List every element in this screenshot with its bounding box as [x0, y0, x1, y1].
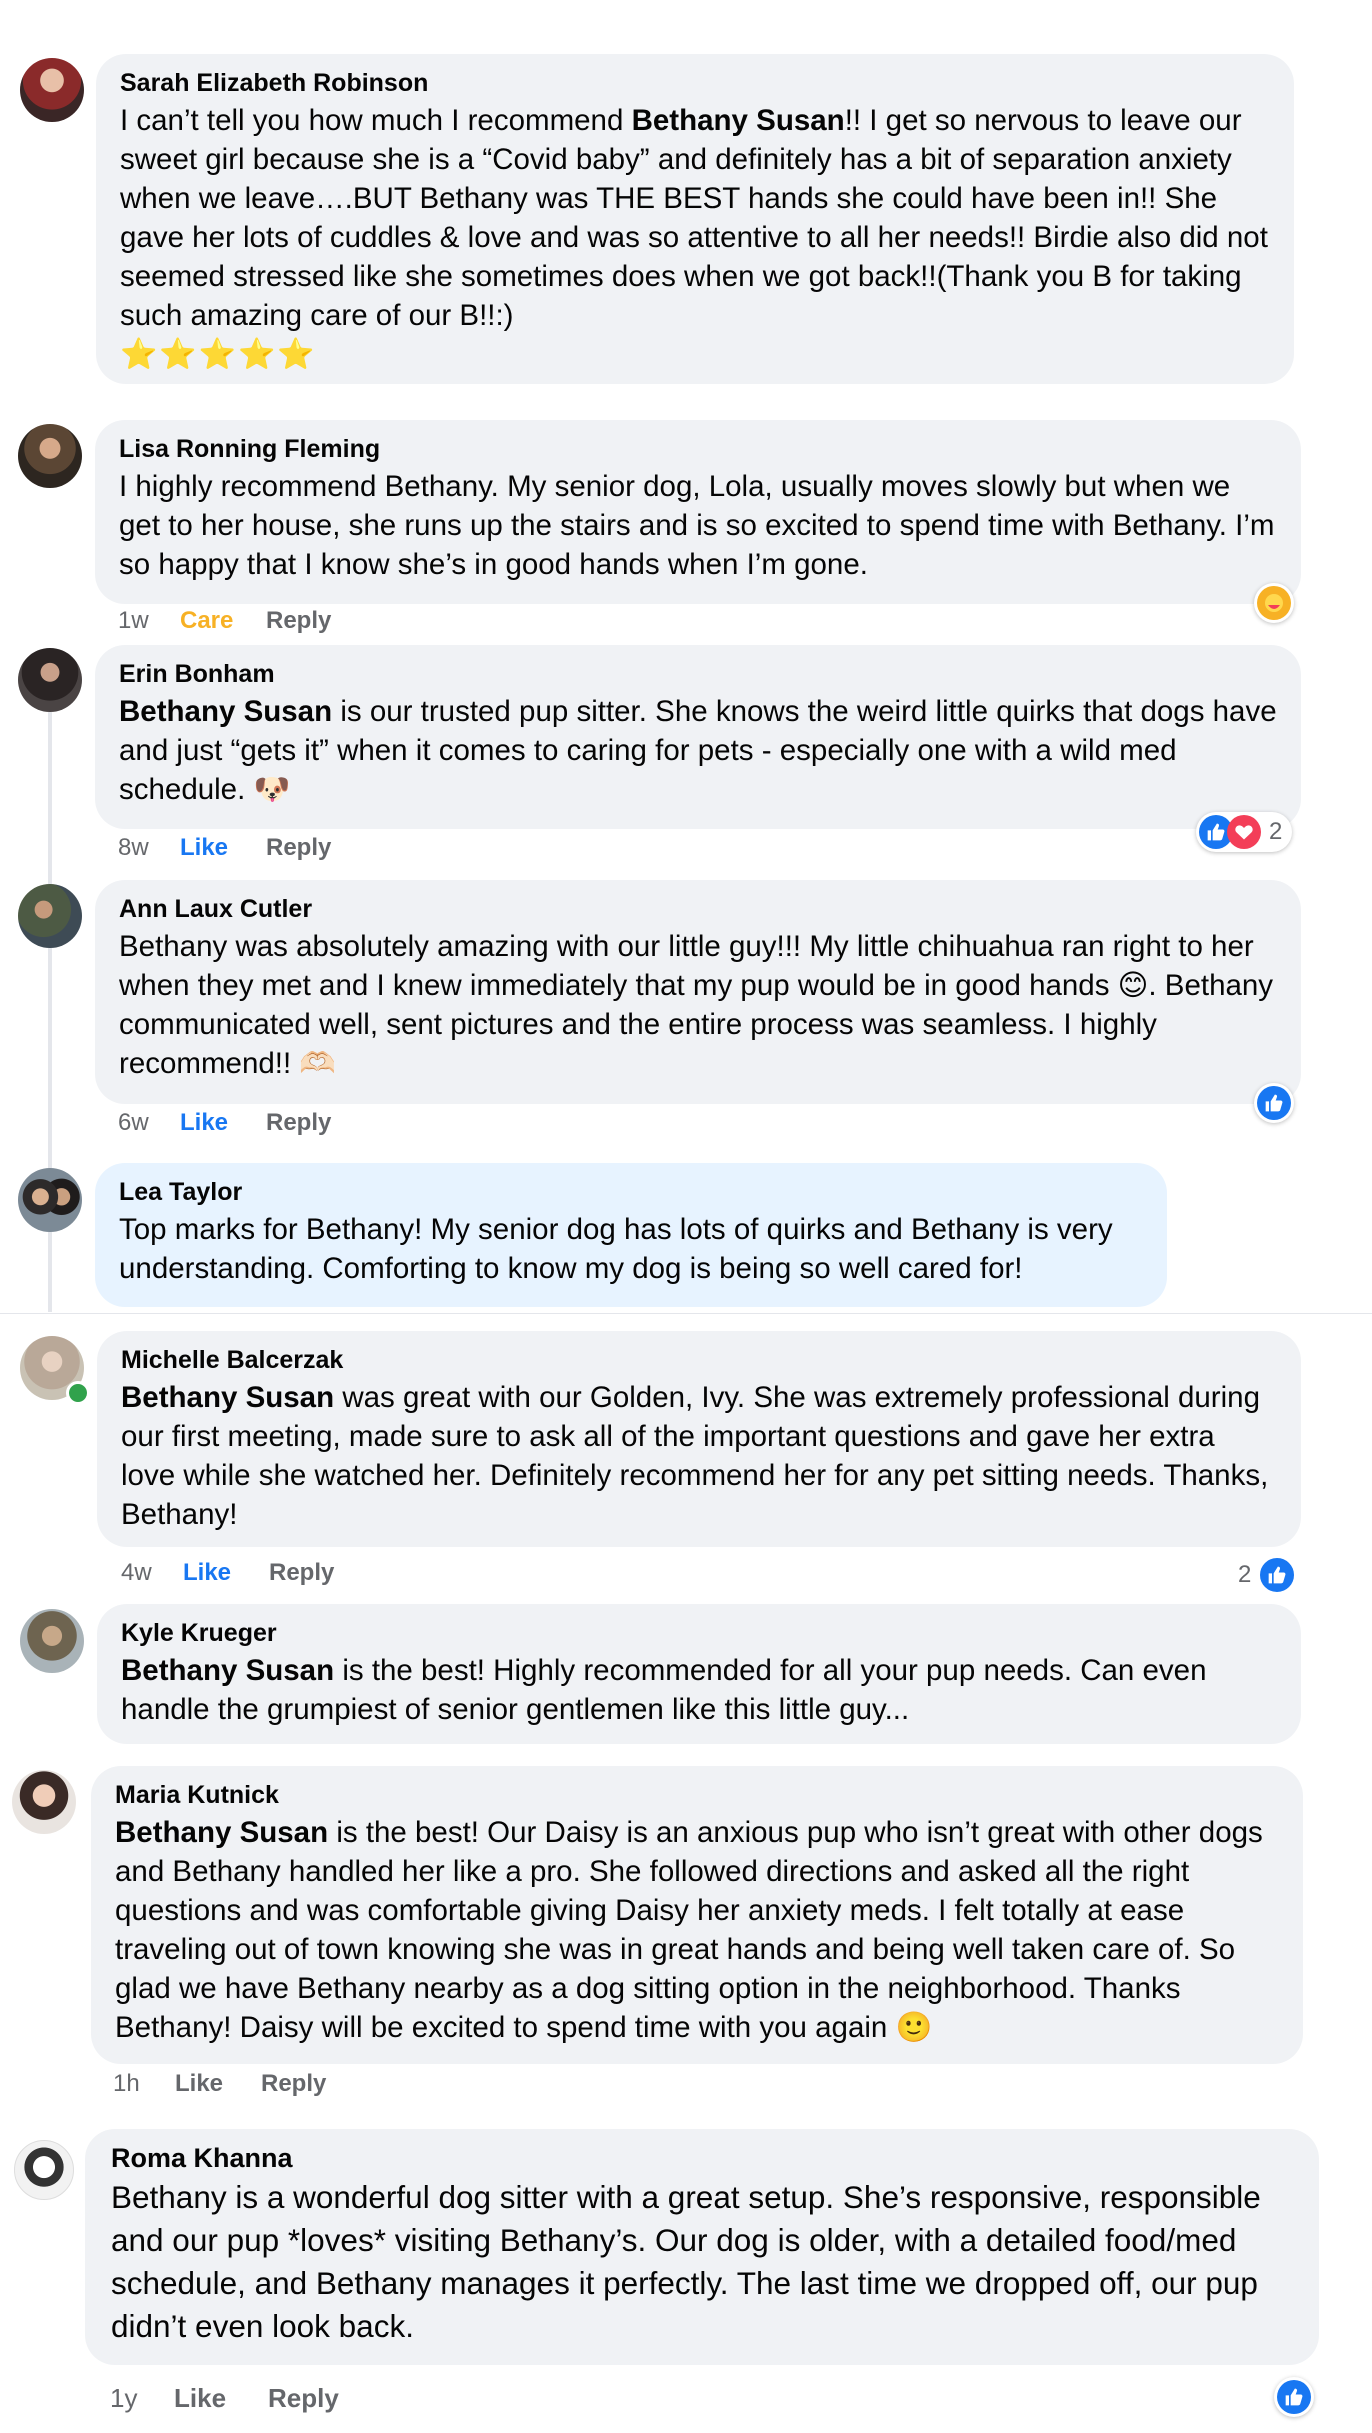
- react-button[interactable]: Care: [180, 607, 266, 635]
- comment-actions: 4w Like Reply: [121, 1559, 334, 1587]
- comment-bubble: Erin Bonham Bethany Susan is our trusted…: [95, 645, 1301, 829]
- comment-text: Bethany Susan is the best! Our Daisy is …: [115, 1816, 1263, 2044]
- comment-bubble: Roma Khanna Bethany is a wonderful dog s…: [85, 2129, 1319, 2365]
- reaction-summary[interactable]: [1254, 583, 1294, 623]
- comment-bubble: Kyle Krueger Bethany Susan is the best! …: [97, 1604, 1301, 1744]
- avatar[interactable]: [18, 424, 82, 488]
- reply-button[interactable]: Reply: [266, 1109, 331, 1137]
- timestamp[interactable]: 1w: [118, 607, 180, 635]
- like-reaction-icon: [1257, 1086, 1291, 1120]
- timestamp[interactable]: 8w: [118, 834, 180, 862]
- timestamp[interactable]: 1h: [113, 2070, 175, 2098]
- comment-text: I highly recommend Bethany. My senior do…: [119, 470, 1275, 581]
- comment-actions: 8w Like Reply: [118, 834, 331, 862]
- commenter-name[interactable]: Maria Kutnick: [115, 1780, 1279, 1810]
- like-reaction-icon: [1277, 2380, 1311, 2414]
- commenter-name[interactable]: Michelle Balcerzak: [121, 1345, 1277, 1375]
- reply-button[interactable]: Reply: [261, 2070, 326, 2098]
- comment-actions: 6w Like Reply: [118, 1109, 331, 1137]
- comment-actions: 1y Like Reply: [110, 2383, 339, 2414]
- commenter-name[interactable]: Kyle Krueger: [121, 1618, 1277, 1648]
- commenter-name[interactable]: Roma Khanna: [111, 2143, 1293, 2173]
- reaction-summary[interactable]: [1274, 2377, 1314, 2417]
- reaction-summary[interactable]: 2: [1196, 812, 1293, 852]
- comment-bubble: Ann Laux Cutler Bethany was absolutely a…: [95, 880, 1301, 1104]
- mention-link[interactable]: Bethany Susan: [121, 1654, 334, 1687]
- comment-text: Bethany Susan is the best! Highly recomm…: [121, 1654, 1207, 1726]
- star-rating: ⭐⭐⭐⭐⭐: [120, 338, 317, 371]
- mention-link[interactable]: Bethany Susan: [632, 104, 845, 137]
- avatar[interactable]: [14, 2140, 74, 2200]
- comment-bubble: Michelle Balcerzak Bethany Susan was gre…: [97, 1331, 1301, 1547]
- reply-button[interactable]: Reply: [266, 607, 331, 635]
- like-button[interactable]: Like: [180, 1109, 266, 1137]
- avatar[interactable]: [18, 1168, 82, 1232]
- comment-text: I can’t tell you how much I recommend Be…: [120, 104, 1268, 332]
- timestamp[interactable]: 1y: [110, 2383, 174, 2414]
- timestamp[interactable]: 4w: [121, 1559, 183, 1587]
- comment-text: Bethany Susan was great with our Golden,…: [121, 1381, 1269, 1531]
- commenter-name[interactable]: Erin Bonham: [119, 659, 1277, 689]
- comment-text: Bethany is a wonderful dog sitter with a…: [111, 2179, 1261, 2344]
- love-reaction-icon: [1227, 815, 1261, 849]
- like-button[interactable]: Like: [180, 834, 266, 862]
- avatar[interactable]: [20, 58, 84, 122]
- mention-link[interactable]: Bethany Susan: [121, 1381, 334, 1414]
- like-button[interactable]: Like: [183, 1559, 269, 1587]
- avatar[interactable]: [12, 1770, 76, 1834]
- comment-bubble-highlighted: Lea Taylor Top marks for Bethany! My sen…: [95, 1163, 1167, 1307]
- comment-bubble: Sarah Elizabeth Robinson I can’t tell yo…: [96, 54, 1294, 384]
- timestamp[interactable]: 6w: [118, 1109, 180, 1137]
- reply-button[interactable]: Reply: [268, 2383, 339, 2414]
- reply-button[interactable]: Reply: [269, 1559, 334, 1587]
- section-divider: [0, 1313, 1372, 1314]
- commenter-name[interactable]: Sarah Elizabeth Robinson: [120, 68, 1270, 98]
- online-status-dot: [66, 1381, 90, 1405]
- reply-button[interactable]: Reply: [266, 834, 331, 862]
- avatar[interactable]: [18, 884, 82, 948]
- commenter-name[interactable]: Lea Taylor: [119, 1177, 1143, 1207]
- comment-bubble: Lisa Ronning Fleming I highly recommend …: [95, 420, 1301, 604]
- comment-actions: 1h Like Reply: [113, 2070, 326, 2098]
- comment-bubble: Maria Kutnick Bethany Susan is the best!…: [91, 1766, 1303, 2064]
- care-reaction-icon: [1257, 586, 1291, 620]
- like-reaction-icon: [1257, 1555, 1298, 1595]
- mention-link[interactable]: Bethany Susan: [115, 1816, 328, 1849]
- like-button[interactable]: Like: [174, 2383, 268, 2414]
- commenter-name[interactable]: Lisa Ronning Fleming: [119, 434, 1277, 464]
- comment-text: Bethany Susan is our trusted pup sitter.…: [119, 695, 1277, 806]
- reaction-summary[interactable]: [1254, 1083, 1294, 1123]
- mention-link[interactable]: Bethany Susan: [119, 695, 332, 728]
- comment-actions: 1w Care Reply: [118, 607, 331, 635]
- commenter-name[interactable]: Ann Laux Cutler: [119, 894, 1277, 924]
- avatar[interactable]: [20, 1609, 84, 1673]
- reaction-count: 2: [1269, 818, 1283, 845]
- reaction-summary[interactable]: 2: [1238, 1555, 1298, 1595]
- reaction-count: 2: [1238, 1561, 1252, 1588]
- like-button[interactable]: Like: [175, 2070, 261, 2098]
- comment-text: Bethany was absolutely amazing with our …: [119, 930, 1274, 1080]
- comment-text: Top marks for Bethany! My senior dog has…: [119, 1213, 1113, 1285]
- avatar[interactable]: [18, 648, 82, 712]
